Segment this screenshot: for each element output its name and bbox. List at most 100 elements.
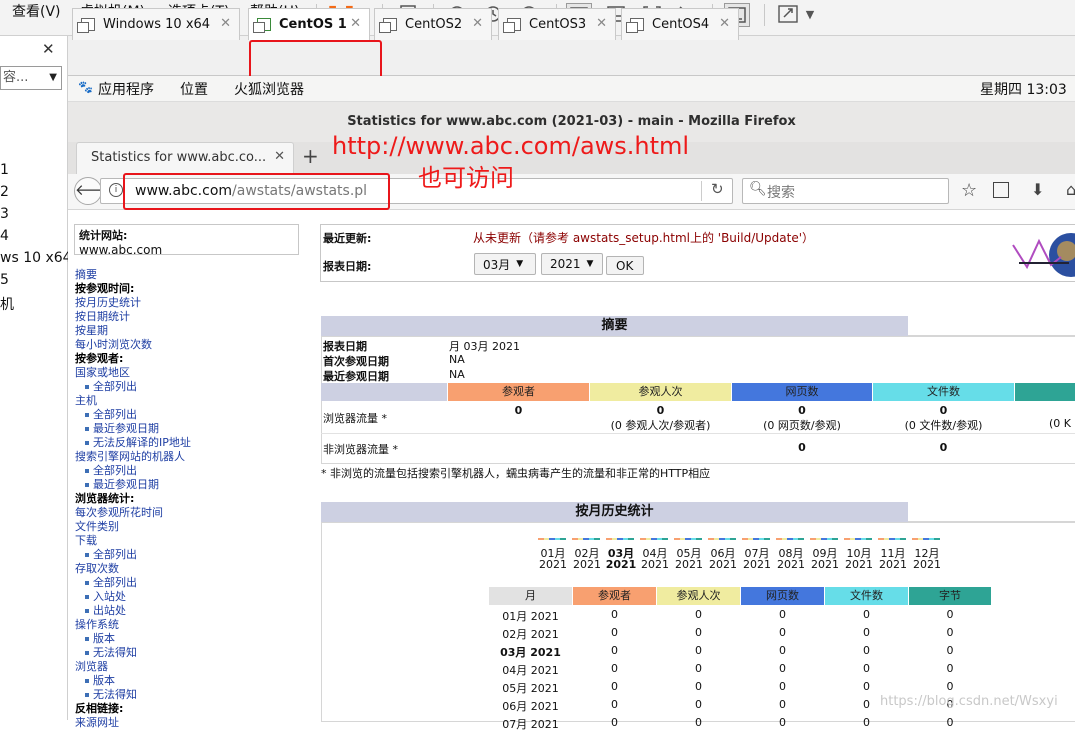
menu-link[interactable]: 国家或地区	[75, 366, 130, 380]
library-item[interactable]: 5	[0, 272, 9, 288]
close-icon[interactable]: ✕	[220, 16, 231, 31]
close-icon[interactable]: ✕	[350, 16, 361, 31]
month-row-value: 0	[863, 716, 870, 729]
menu-link[interactable]: 按日期统计	[75, 310, 130, 324]
vm-icon	[626, 18, 644, 33]
reload-icon[interactable]: ↻	[711, 180, 724, 198]
menu-link[interactable]: 无法反解译的IP地址	[85, 436, 191, 450]
footnote: * 非浏览的流量包括搜索引擎机器人，蠕虫病毒产生的流量和非正常的HTTP相应	[321, 467, 711, 480]
menu-link[interactable]: 存取次数	[75, 562, 119, 576]
last-update-value: 从未更新（请参考 awstats_setup.html上的 'Build/Upd…	[473, 231, 814, 245]
menu-link[interactable]: 每次参观所花时间	[75, 506, 163, 520]
close-icon[interactable]: ✕	[596, 16, 607, 31]
bar-mark	[798, 538, 804, 540]
home-icon[interactable]: ⌂	[1066, 180, 1075, 199]
year-select[interactable]: 2021 ▼	[541, 253, 603, 275]
menu-link[interactable]: 出站处	[85, 604, 126, 618]
browser-traffic-value: 0	[798, 404, 806, 417]
menu-link[interactable]: 无法得知	[85, 688, 137, 702]
summary-row-value: NA	[449, 353, 465, 366]
library-icon[interactable]	[993, 182, 1009, 198]
month-row-label: 06月 2021	[502, 700, 559, 713]
ok-button[interactable]: OK	[606, 256, 644, 275]
stretch-icon[interactable]	[775, 2, 801, 26]
new-tab-icon[interactable]: +	[302, 144, 319, 168]
download-icon[interactable]: ⬇	[1031, 180, 1044, 199]
month-row-value: 0	[695, 644, 702, 657]
month-row-value: 0	[779, 680, 786, 693]
close-icon[interactable]: ✕	[42, 40, 55, 58]
browser-traffic-ratio: (0 文件数/参观)	[904, 419, 983, 432]
search-input[interactable]: 🔍︎ 搜索	[742, 178, 949, 204]
menu-link[interactable]: 入站处	[85, 590, 126, 604]
menu-link[interactable]: 来源网址	[75, 716, 119, 730]
tab-centos4[interactable]: CentOS4 ✕	[621, 8, 739, 40]
menu-link[interactable]: 最近参观日期	[85, 422, 159, 436]
report-header: 最近更新: 从未更新（请参考 awstats_setup.html上的 'Bui…	[320, 224, 1075, 282]
tab-windows10[interactable]: Windows 10 x64 ✕	[72, 8, 240, 40]
month-row-value: 0	[611, 626, 618, 639]
menu-link[interactable]: 全部列出	[85, 548, 137, 562]
library-search-input[interactable]: 容... ▼	[0, 66, 62, 90]
tab-centos3[interactable]: CentOS3 ✕	[498, 8, 616, 40]
library-item[interactable]: ws 10 x64	[0, 250, 72, 266]
menu-link[interactable]: 文件类别	[75, 520, 119, 534]
month-bar-baseline	[606, 538, 634, 540]
gnome-top-bar: 🐾 应用程序 位置 火狐浏览器 星期四 13:03	[68, 76, 1075, 102]
menu-link[interactable]: 全部列出	[85, 380, 137, 394]
month-bar-baseline	[674, 538, 702, 540]
menu-link[interactable]: 版本	[85, 632, 115, 646]
year-tick-label: 2021	[879, 558, 907, 571]
bar-mark	[560, 538, 566, 540]
firefox-menu[interactable]: 火狐浏览器	[234, 79, 304, 99]
vm-running-icon	[253, 18, 271, 33]
library-item[interactable]: 2	[0, 184, 9, 200]
month-row-value: 0	[779, 698, 786, 711]
library-item[interactable]: 4	[0, 228, 9, 244]
menu-link[interactable]: 下载	[75, 534, 97, 548]
info-icon[interactable]: i	[109, 183, 123, 197]
month-bar-baseline	[742, 538, 770, 540]
menu-link[interactable]: 无法得知	[85, 646, 137, 660]
browser-traffic-value: 0	[939, 404, 948, 417]
tab-centos2[interactable]: CentOS2 ✕	[374, 8, 492, 40]
menu-link[interactable]: 操作系统	[75, 618, 119, 632]
close-icon[interactable]: ✕	[472, 16, 483, 31]
month-row-value: 0	[863, 608, 870, 621]
menu-view[interactable]: 查看(V)	[12, 0, 61, 24]
monthly-title: 按月历史统计	[321, 502, 908, 522]
menu-link[interactable]: 全部列出	[85, 576, 137, 590]
chevron-down-icon[interactable]: ▼	[800, 2, 820, 26]
menu-link[interactable]: 最近参观日期	[85, 478, 159, 492]
close-icon[interactable]: ✕	[274, 149, 285, 164]
menu-link[interactable]: 全部列出	[85, 464, 137, 478]
menu-link[interactable]: 全部列出	[85, 408, 137, 422]
month-select[interactable]: 03月 ▼	[474, 253, 536, 275]
close-icon[interactable]: ✕	[719, 16, 730, 31]
menu-link[interactable]: 按星期	[75, 324, 108, 338]
foot-icon: 🐾	[78, 80, 93, 94]
library-item[interactable]: 1	[0, 162, 9, 178]
browser-tab[interactable]: Statistics for www.abc.co... ✕	[76, 142, 294, 174]
bookmark-star-icon[interactable]: ☆	[961, 180, 977, 201]
places-menu[interactable]: 位置	[180, 79, 208, 99]
menu-link[interactable]: 主机	[75, 394, 97, 408]
menu-link[interactable]: 搜索引擎网站的机器人	[75, 450, 185, 464]
menu-link[interactable]: 浏览器	[75, 660, 108, 674]
divider	[908, 316, 1075, 336]
summary-row-label: 最近参观日期	[323, 370, 389, 383]
applications-menu[interactable]: 应用程序	[98, 79, 154, 99]
back-arrow-icon[interactable]: 🡐	[74, 177, 115, 205]
clock[interactable]: 星期四 13:03	[980, 79, 1067, 99]
bar-mark	[662, 538, 668, 540]
library-item[interactable]: 3	[0, 206, 9, 222]
menu-link[interactable]: 每小时浏览次数	[75, 338, 152, 352]
library-panel: ✕ 容... ▼ 1 2 3 4 ws 10 x64 5 机	[0, 36, 72, 720]
library-item[interactable]: 机	[0, 294, 14, 314]
menu-link[interactable]: 版本	[85, 674, 115, 688]
menu-link[interactable]: 按月历史统计	[75, 296, 141, 310]
search-placeholder: 容...	[3, 70, 29, 85]
summary-column-header: 参观者	[448, 383, 589, 401]
menu-link[interactable]: 摘要	[75, 268, 97, 282]
tab-centos1[interactable]: CentOS 1 ✕	[248, 8, 370, 40]
